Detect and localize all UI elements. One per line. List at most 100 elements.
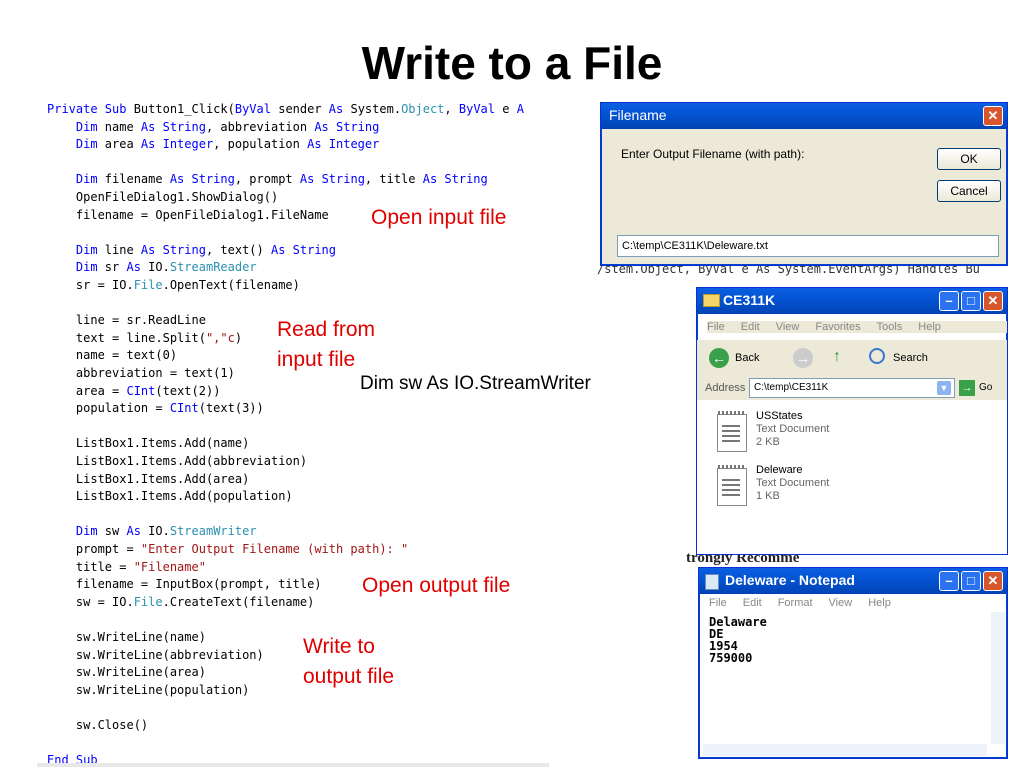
up-folder-icon[interactable]: ↑ [833, 348, 851, 368]
cancel-button[interactable]: Cancel [937, 180, 1001, 202]
back-arrow-icon[interactable]: ← [709, 348, 729, 368]
address-input[interactable]: C:\temp\CE311K [749, 378, 955, 398]
code-token: , [444, 102, 459, 116]
code-token: End Sub [47, 753, 98, 763]
code-token: ByVal [458, 102, 503, 116]
code-token: sw = IO. [47, 594, 134, 609]
file-list: USStates Text Document 2 KB Deleware Tex… [697, 400, 1007, 554]
code-token: IO. [148, 260, 170, 275]
back-button[interactable]: Back [735, 352, 759, 364]
file-type: Text Document [756, 477, 830, 489]
menu-item-format[interactable]: Format [778, 597, 813, 609]
menu-item-help[interactable]: Help [868, 597, 891, 609]
code-line: Dim filename As String, prompt As String… [47, 171, 488, 188]
menu-item-view[interactable]: View [829, 597, 853, 609]
code-line: ListBox1.Items.Add(name) [47, 435, 249, 452]
code-token: (text(2)) [155, 383, 221, 398]
maximize-icon[interactable]: □ [961, 571, 981, 591]
code-token: sw.Close() [47, 718, 149, 732]
code-line: sw.WriteLine(population) [47, 682, 249, 699]
menu-item-file[interactable]: File [709, 597, 727, 609]
close-icon[interactable]: ✕ [983, 571, 1003, 591]
code-line: Dim line As String, text() As String [47, 242, 336, 259]
code-token: sw.WriteLine(abbreviation) [47, 647, 264, 662]
code-token: , title [364, 172, 423, 187]
go-arrow-icon[interactable]: → [959, 380, 975, 396]
go-button[interactable]: Go [979, 382, 992, 393]
code-token: Dim [47, 172, 105, 187]
maximize-icon[interactable]: □ [961, 291, 981, 311]
code-listing: Private Sub Button1_Click(ByVal sender A… [47, 101, 552, 763]
code-token: ListBox1.Items.Add(population) [47, 489, 293, 504]
code-token: OpenFileDialog1.ShowDialog() [47, 190, 279, 204]
file-type: Text Document [756, 423, 830, 435]
minimize-icon[interactable]: – [939, 571, 959, 591]
code-token: sr = IO. [47, 278, 134, 292]
forward-arrow-icon[interactable]: → [793, 348, 813, 368]
close-icon[interactable]: ✕ [983, 106, 1003, 126]
code-line: Dim sr As IO.StreamReader [47, 259, 257, 276]
code-line: sw = IO.File.CreateText(filename) [47, 594, 314, 611]
address-label: Address [705, 382, 746, 394]
explorer-toolbar: ← Back → ↑ Search [697, 340, 1007, 380]
code-token: .OpenText(filename) [162, 278, 300, 292]
code-token: ","c [205, 330, 235, 345]
text-document-icon [717, 411, 747, 452]
dialog-prompt: Enter Output Filename (with path): [621, 147, 805, 161]
code-line: text = line.Split(","c) [47, 330, 242, 347]
annotation-input-file: input file [277, 348, 356, 371]
code-token: Dim [47, 260, 105, 275]
explorer-window: CE311K – □ ✕ File Edit View Favorites Tools H… [696, 287, 1008, 555]
explorer-titlebar[interactable]: CE311K – □ ✕ [697, 288, 1007, 314]
scrollbar-horizontal[interactable] [703, 744, 987, 756]
code-token: As String [169, 172, 235, 187]
code-token: Object [401, 102, 445, 116]
code-token: IO. [148, 524, 170, 539]
code-token: name = text(0) [47, 348, 178, 363]
close-icon[interactable]: ✕ [983, 291, 1003, 311]
filename-input[interactable]: C:\temp\CE311K\Deleware.txt [617, 235, 999, 257]
code-line: ListBox1.Items.Add(population) [47, 488, 293, 505]
chevron-down-icon[interactable]: ▼ [937, 381, 951, 395]
code-token: sr [104, 260, 127, 275]
menu-item-help[interactable]: Help [918, 321, 941, 333]
scrollbar-vertical[interactable] [991, 612, 1005, 744]
menu-item-favorites[interactable]: Favorites [815, 321, 860, 333]
code-token: As [126, 260, 149, 275]
file-item-deleware[interactable]: Deleware Text Document 1 KB [756, 464, 829, 503]
code-line: abbreviation = text(1) [47, 365, 235, 382]
annotation-output-file: output file [303, 665, 395, 688]
search-icon[interactable] [869, 348, 885, 364]
notepad-titlebar[interactable]: Deleware - Notepad – □ ✕ [699, 568, 1007, 594]
code-token: StreamWriter [169, 524, 257, 539]
code-token: sender [278, 102, 329, 116]
menu-item-file[interactable]: File [707, 321, 725, 333]
notepad-title: Deleware - Notepad [725, 572, 855, 588]
code-token: sw.WriteLine(area) [47, 665, 206, 680]
ok-button[interactable]: OK [937, 148, 1001, 170]
code-token: , text() [205, 242, 271, 257]
code-line: Private Sub Button1_Click(ByVal sender A… [47, 101, 524, 118]
minimize-icon[interactable]: – [939, 291, 959, 311]
annotation-dim-sw: Dim sw As IO.StreamWriter [360, 373, 591, 394]
code-token: StreamReader [169, 260, 257, 275]
menu-item-edit[interactable]: Edit [743, 597, 762, 609]
code-line: name = text(0) [47, 347, 177, 364]
code-token: area = [47, 383, 127, 398]
menu-item-view[interactable]: View [776, 321, 800, 333]
code-token: (text(3)) [198, 401, 264, 416]
notepad-text-area[interactable]: Delaware DE 1954 759000 [709, 616, 767, 664]
code-token: Private Sub [47, 102, 134, 116]
file-item-usstates[interactable]: USStates Text Document 2 KB [756, 410, 829, 449]
dialog-titlebar[interactable]: Filename ✕ [601, 103, 1007, 129]
code-token: filename [104, 172, 170, 187]
code-line: sw.Close() [47, 717, 148, 734]
menu-item-edit[interactable]: Edit [741, 321, 760, 333]
code-line: line = sr.ReadLine [47, 312, 206, 329]
code-token: filename = InputBox(prompt, title) [47, 577, 322, 592]
code-line: ListBox1.Items.Add(abbreviation) [47, 453, 307, 470]
dialog-title: Filename [609, 107, 667, 123]
search-button[interactable]: Search [893, 352, 928, 364]
menu-item-tools[interactable]: Tools [877, 321, 903, 333]
code-token: Dim [47, 524, 105, 539]
